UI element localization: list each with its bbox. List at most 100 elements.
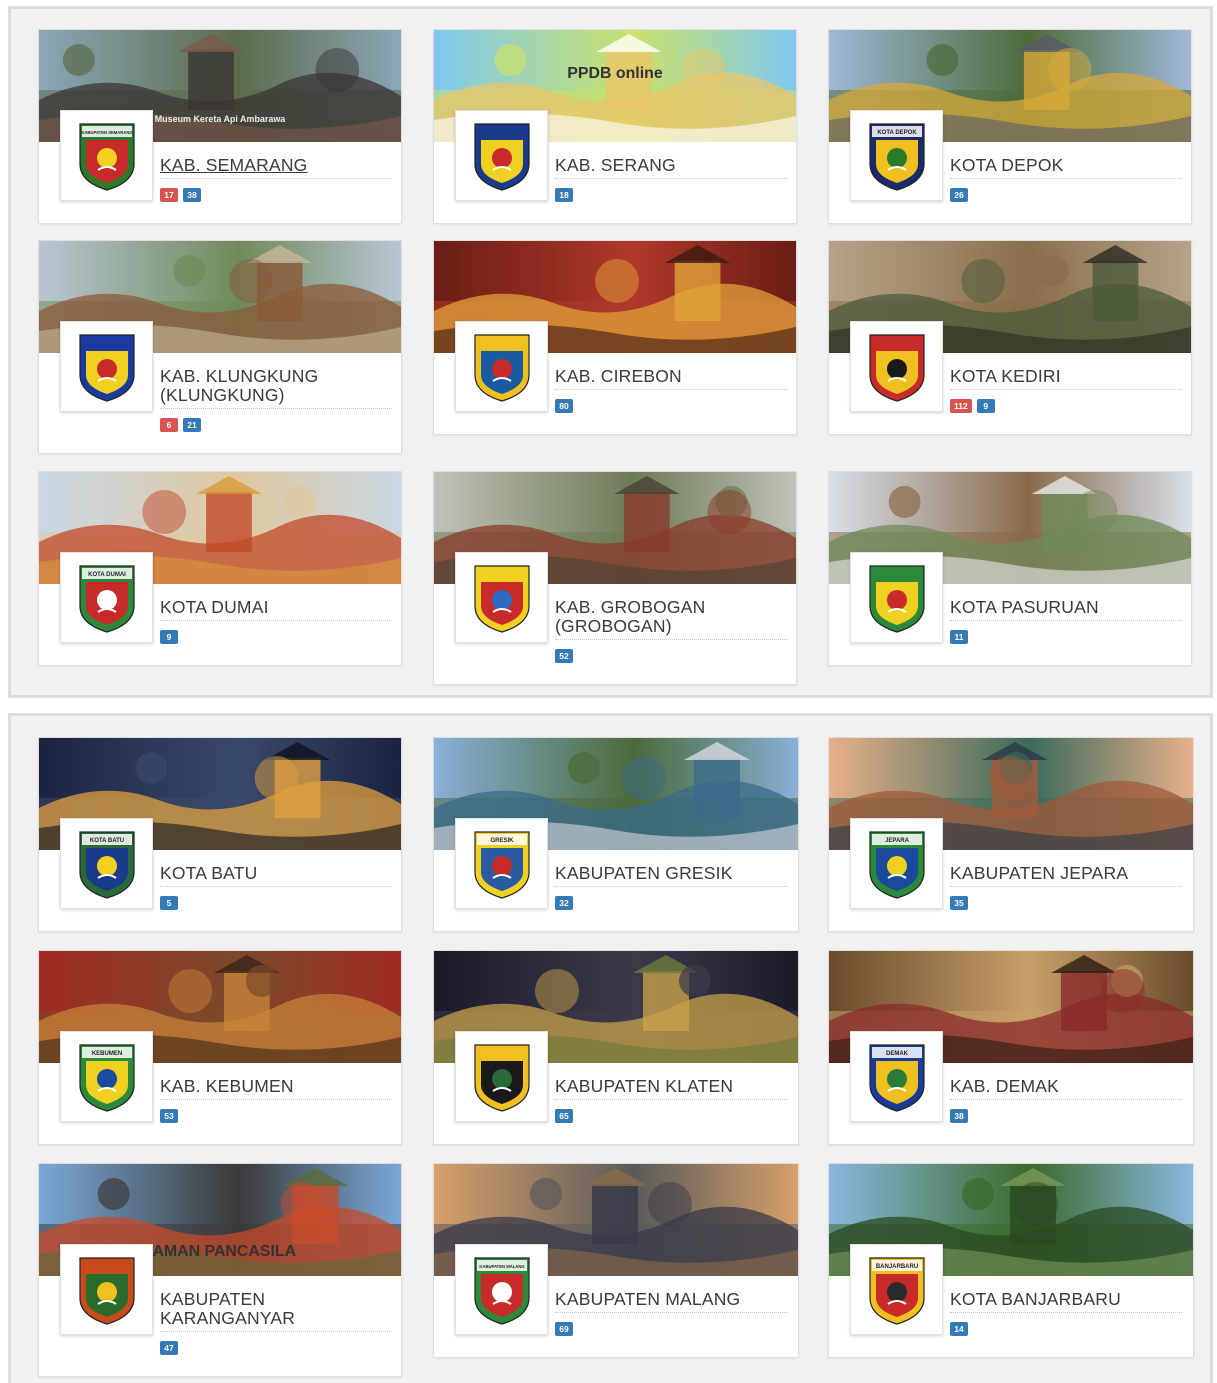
region-title-link[interactable]: KOTA PASURUAN xyxy=(950,598,1182,621)
region-card-kab-demak[interactable]: DEMAK KAB. DEMAK 38 xyxy=(828,950,1194,1145)
region-emblem-logo[interactable]: KOTA DEPOK xyxy=(850,110,943,201)
region-card-kota-depok[interactable]: KOTA DEPOK KOTA DEPOK 26 xyxy=(828,29,1192,224)
region-emblem-logo[interactable] xyxy=(60,321,153,412)
count-badges: 35 xyxy=(950,896,968,910)
count-badge-blue: 38 xyxy=(183,188,201,202)
count-badge-blue: 9 xyxy=(976,399,995,413)
region-emblem-logo[interactable] xyxy=(850,552,943,643)
count-badge-blue: 38 xyxy=(950,1109,968,1123)
region-card-kab-semarang[interactable]: Museum Kereta Api Ambarawa KABUPATEN SEM… xyxy=(38,29,402,224)
region-card-kabupaten-malang[interactable]: KABUPATEN MALANG KABUPATEN MALANG 69 xyxy=(433,1163,799,1358)
count-badge-blue: 53 xyxy=(160,1109,178,1123)
region-emblem-logo[interactable]: DEMAK xyxy=(850,1031,943,1122)
count-badges: 65 xyxy=(555,1109,573,1123)
region-emblem-logo[interactable]: BANJARBARU xyxy=(850,1244,943,1335)
region-card-kota-dumai[interactable]: KOTA DUMAI KOTA DUMAI 9 xyxy=(38,471,402,666)
count-badges: 14 xyxy=(950,1322,968,1336)
count-badge-blue: 11 xyxy=(950,630,968,644)
region-emblem-logo[interactable]: JEPARA xyxy=(850,818,943,909)
count-badge-blue: 52 xyxy=(555,649,573,663)
count-badges: 6 21 xyxy=(160,418,201,432)
region-card-kab-kebumen[interactable]: KEBUMEN KAB. KEBUMEN 53 xyxy=(38,950,402,1145)
region-emblem-logo[interactable]: KABUPATEN MALANG xyxy=(455,1244,548,1335)
region-card-kota-pasuruan[interactable]: KOTA PASURUAN 11 xyxy=(828,471,1192,666)
emblem-label: KABUPATEN MALANG xyxy=(479,1264,524,1269)
region-card-kota-batu[interactable]: KOTA BATU KOTA BATU 5 xyxy=(38,737,402,932)
region-title-link[interactable]: KOTA BATU xyxy=(160,864,392,887)
region-title-link[interactable]: KABUPATEN JEPARA xyxy=(950,864,1182,887)
emblem-label: GRESIK xyxy=(490,838,514,844)
emblem-label: KOTA DEPOK xyxy=(877,130,917,136)
region-emblem-logo[interactable]: KEBUMEN xyxy=(60,1031,153,1122)
count-badge-blue: 21 xyxy=(183,418,201,432)
count-badges: 32 xyxy=(555,896,573,910)
region-card-kabupaten-gresik[interactable]: GRESIK KABUPATEN GRESIK 32 xyxy=(433,737,799,932)
region-card-kab-klungkung-klungkung[interactable]: KAB. KLUNGKUNG (KLUNGKUNG) 6 21 xyxy=(38,240,402,454)
region-title-link[interactable]: KOTA KEDIRI xyxy=(950,367,1182,390)
region-card-kabupaten-klaten[interactable]: KABUPATEN KLATEN 65 xyxy=(433,950,799,1145)
count-badges: 18 xyxy=(555,188,573,202)
region-emblem-logo[interactable] xyxy=(850,321,943,412)
region-emblem-logo[interactable] xyxy=(455,1031,548,1122)
region-card-kab-grobogan-grobogan[interactable]: KAB. GROBOGAN (GROBOGAN) 52 xyxy=(433,471,797,685)
count-badge-blue: 32 xyxy=(555,896,573,910)
region-title-link[interactable]: KAB. SERANG xyxy=(555,156,787,179)
region-emblem-logo[interactable] xyxy=(455,321,548,412)
count-badges: 5 xyxy=(160,896,178,910)
region-title-link[interactable]: KABUPATEN KARANGANYAR xyxy=(160,1290,392,1332)
count-badge-blue: 5 xyxy=(160,896,178,910)
emblem-label: KOTA DUMAI xyxy=(88,572,126,578)
region-emblem-logo[interactable]: GRESIK xyxy=(455,818,548,909)
count-badges: 69 xyxy=(555,1322,573,1336)
region-title-link[interactable]: KAB. CIREBON xyxy=(555,367,787,390)
count-badge-red: 17 xyxy=(160,188,178,202)
region-title-link[interactable]: KOTA BANJARBARU xyxy=(950,1290,1182,1313)
region-card-kota-banjarbaru[interactable]: BANJARBARU KOTA BANJARBARU 14 xyxy=(828,1163,1194,1358)
region-card-kab-cirebon[interactable]: KAB. CIREBON 80 xyxy=(433,240,797,435)
region-title-link[interactable]: KOTA DUMAI xyxy=(160,598,392,621)
region-card-kabupaten-jepara[interactable]: JEPARA KABUPATEN JEPARA 35 xyxy=(828,737,1194,932)
region-title-link[interactable]: KAB. KLUNGKUNG (KLUNGKUNG) xyxy=(160,367,392,409)
region-title-link[interactable]: KABUPATEN GRESIK xyxy=(555,864,787,887)
region-title-link[interactable]: KAB. SEMARANG xyxy=(160,156,392,179)
count-badge-blue: 35 xyxy=(950,896,968,910)
banner-caption: Museum Kereta Api Ambarawa xyxy=(155,114,287,124)
emblem-label: KOTA BATU xyxy=(89,838,123,844)
count-badge-blue: 69 xyxy=(555,1322,573,1336)
banner-caption: TAMAN PANCASILA xyxy=(144,1243,297,1260)
banner-caption: PPDB online xyxy=(567,65,663,82)
count-badges: 26 xyxy=(950,188,968,202)
emblem-label: KABUPATEN SEMARANG xyxy=(81,130,132,135)
count-badge-blue: 26 xyxy=(950,188,968,202)
count-badges: 17 38 xyxy=(160,188,201,202)
region-card-kab-serang[interactable]: PPDB online KAB. SERANG 18 xyxy=(433,29,797,224)
count-badges: 52 xyxy=(555,649,573,663)
count-badge-blue: 80 xyxy=(555,399,573,413)
count-badge-red: 6 xyxy=(160,418,178,432)
region-title-link[interactable]: KOTA DEPOK xyxy=(950,156,1182,179)
region-title-link[interactable]: KAB. GROBOGAN (GROBOGAN) xyxy=(555,598,787,640)
emblem-label: KEBUMEN xyxy=(91,1051,121,1057)
region-emblem-logo[interactable] xyxy=(455,110,548,201)
region-emblem-logo[interactable]: KABUPATEN SEMARANG xyxy=(60,110,153,201)
count-badges: 112 9 xyxy=(950,399,995,413)
emblem-label: DEMAK xyxy=(886,1051,909,1057)
region-emblem-logo[interactable]: KOTA BATU xyxy=(60,818,153,909)
count-badge-blue: 65 xyxy=(555,1109,573,1123)
region-emblem-logo[interactable] xyxy=(60,1244,153,1335)
region-panel-1: Museum Kereta Api Ambarawa KABUPATEN SEM… xyxy=(8,6,1213,698)
region-title-link[interactable]: KABUPATEN MALANG xyxy=(555,1290,787,1313)
region-emblem-logo[interactable]: KOTA DUMAI xyxy=(60,552,153,643)
emblem-label: JEPARA xyxy=(885,838,910,844)
region-emblem-logo[interactable] xyxy=(455,552,548,643)
region-card-kota-kediri[interactable]: KOTA KEDIRI 112 9 xyxy=(828,240,1192,435)
region-title-link[interactable]: KAB. KEBUMEN xyxy=(160,1077,392,1100)
region-card-kabupaten-karanganyar[interactable]: TAMAN PANCASILA KABUPATEN KARANGANYAR 47 xyxy=(38,1163,402,1377)
count-badges: 11 xyxy=(950,630,968,644)
count-badges: 80 xyxy=(555,399,573,413)
count-badge-blue: 14 xyxy=(950,1322,968,1336)
count-badge-blue: 9 xyxy=(160,630,178,644)
region-title-link[interactable]: KAB. DEMAK xyxy=(950,1077,1182,1100)
count-badge-blue: 18 xyxy=(555,188,573,202)
region-title-link[interactable]: KABUPATEN KLATEN xyxy=(555,1077,787,1100)
